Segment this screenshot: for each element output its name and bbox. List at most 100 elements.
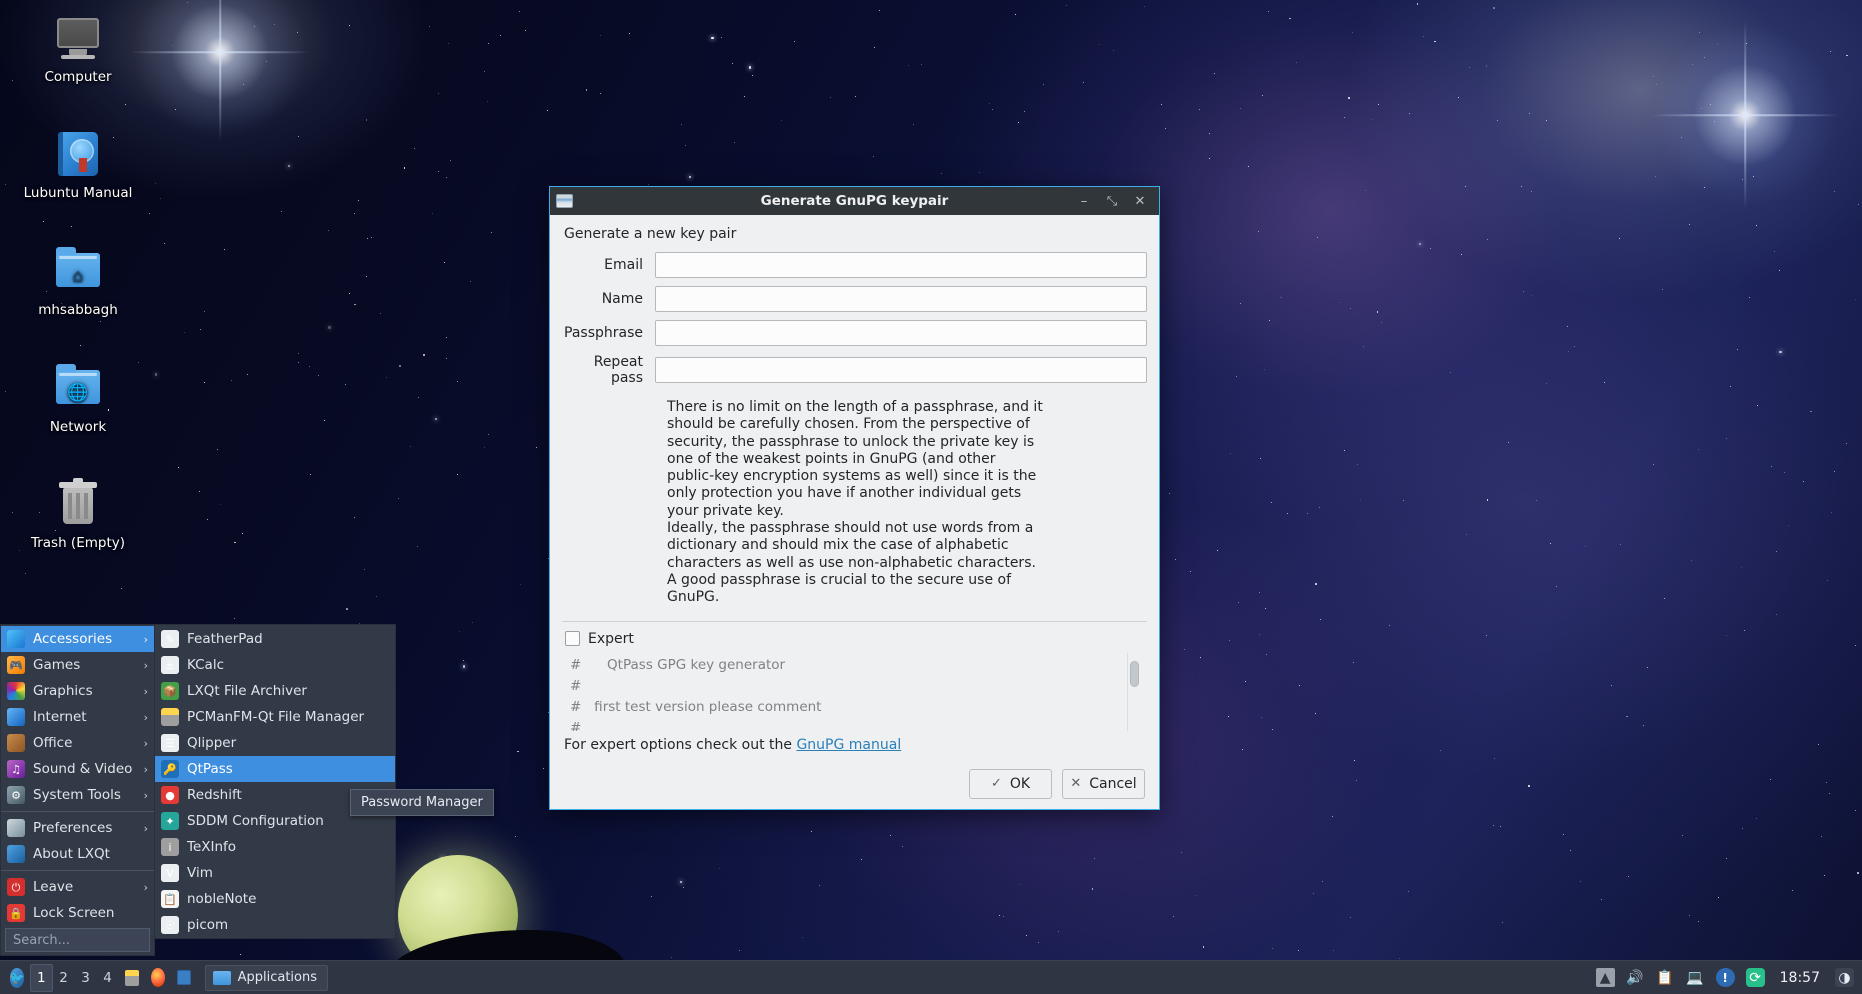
- dialog-title: Generate GnuPG keypair: [760, 193, 949, 209]
- cancel-button[interactable]: ✕ Cancel: [1062, 768, 1145, 799]
- expert-checkbox[interactable]: [565, 631, 580, 647]
- menu-category-internet[interactable]: Internet ›: [1, 704, 154, 730]
- chevron-right-icon: ›: [143, 658, 148, 672]
- tooltip-text: Password Manager: [361, 795, 483, 810]
- system-tray[interactable]: ▲ 🔊 📋 💻 ! ⟳ 18:57 ◑: [1595, 968, 1862, 987]
- menu-search-input[interactable]: Search...: [5, 928, 150, 952]
- email-label: Email: [604, 257, 643, 273]
- menu-app-vim[interactable]: V Vim: [155, 860, 395, 886]
- expert-options-note-text: For expert options check out the: [564, 736, 797, 753]
- main-menu-button[interactable]: 🐦: [4, 964, 30, 992]
- taskbar-left: 🐦 1 2 3 4 Applications: [0, 963, 329, 992]
- menu-category-accessories[interactable]: Accessories ›: [1, 626, 154, 652]
- menu-app-qlipper[interactable]: ☰ Qlipper: [155, 730, 395, 756]
- dialog-titlebar[interactable]: Generate GnuPG keypair – ⤡ ✕: [550, 187, 1159, 215]
- sync-icon[interactable]: ⟳: [1745, 968, 1765, 987]
- generate-gnupg-keypair-dialog[interactable]: Generate GnuPG keypair – ⤡ ✕ Generate a …: [549, 186, 1160, 810]
- email-field[interactable]: [655, 252, 1147, 278]
- eject-icon[interactable]: ▲: [1595, 968, 1615, 987]
- application-menu[interactable]: Accessories › 🎮 Games › Graphics › Inter…: [0, 624, 396, 961]
- minimize-button[interactable]: –: [1077, 194, 1091, 209]
- desktop-icon-network[interactable]: 🌐 Network: [14, 362, 142, 435]
- menu-app-texinfo[interactable]: i TeXInfo: [155, 834, 395, 860]
- menu-app-picom[interactable]: ☉ picom: [155, 912, 395, 938]
- menu-category-label: Leave: [33, 879, 74, 895]
- ok-button[interactable]: ✓ OK: [969, 768, 1052, 799]
- network-icon[interactable]: 💻: [1686, 968, 1705, 987]
- expert-label: Expert: [588, 630, 634, 647]
- maximize-button[interactable]: ⤡: [1105, 194, 1119, 209]
- menu-app-label: TeXInfo: [187, 839, 237, 855]
- desktop-icon-trash[interactable]: Trash (Empty): [14, 478, 142, 551]
- brightness-icon[interactable]: ◑: [1835, 968, 1854, 987]
- chevron-right-icon: ›: [143, 710, 148, 724]
- file-manager-launcher[interactable]: [119, 964, 145, 992]
- menu-app-featherpad[interactable]: ✎ FeatherPad: [155, 626, 395, 652]
- window-buttons[interactable]: – ⤡ ✕: [1077, 194, 1153, 209]
- desktop-icon-lubuntu-manual[interactable]: Lubuntu Manual: [14, 128, 142, 201]
- script-scrollbar-thumb[interactable]: [1130, 660, 1139, 687]
- desktop-icon-label: Network: [49, 419, 107, 435]
- expert-checkbox-row[interactable]: Expert: [562, 622, 1147, 651]
- menu-category-games[interactable]: 🎮 Games ›: [1, 652, 154, 678]
- star-glow-left: [130, 0, 310, 142]
- close-button[interactable]: ✕: [1133, 194, 1147, 209]
- update-alert-icon[interactable]: !: [1715, 968, 1735, 987]
- volume-icon[interactable]: 🔊: [1626, 968, 1645, 987]
- menu-app-label: Qlipper: [187, 735, 237, 751]
- menu-app-pcmanfm-qt[interactable]: PCManFM-Qt File Manager: [155, 704, 395, 730]
- name-field[interactable]: [655, 286, 1147, 312]
- menu-item-lock-screen[interactable]: 🔒 Lock Screen: [1, 900, 154, 926]
- menu-item-about-lxqt[interactable]: About LXQt: [1, 841, 154, 867]
- home-folder-icon: ⌂: [52, 245, 104, 297]
- menu-category-office[interactable]: Office ›: [1, 730, 154, 756]
- repeat-pass-field[interactable]: [655, 357, 1147, 383]
- menu-category-list[interactable]: Accessories › 🎮 Games › Graphics › Inter…: [0, 624, 155, 956]
- clipboard-icon[interactable]: 📋: [1656, 968, 1675, 987]
- terminal-launcher[interactable]: [171, 964, 197, 992]
- desktop-icon-label: Computer: [44, 69, 112, 85]
- system-tools-icon: ⚙: [7, 786, 25, 804]
- taskbar[interactable]: 🐦 1 2 3 4 Applications ▲ 🔊 📋 💻 ! ⟳ 18:57…: [0, 960, 1862, 994]
- desktop[interactable]: Computer Lubuntu Manual ⌂ mhsabbagh 🌐 Ne…: [0, 0, 1862, 994]
- desktop-switch-1[interactable]: 1: [30, 963, 53, 992]
- menu-search-placeholder: Search...: [13, 932, 71, 948]
- desktop-switch-3[interactable]: 3: [75, 964, 97, 992]
- games-icon: 🎮: [7, 656, 25, 674]
- menu-app-qtpass[interactable]: 🔑 QtPass: [155, 756, 395, 782]
- desktop-switch-4[interactable]: 4: [97, 964, 119, 992]
- desktop-icon-computer[interactable]: Computer: [14, 12, 142, 85]
- menu-app-kcalc[interactable]: ± KCalc: [155, 652, 395, 678]
- pcmanfm-icon: [161, 708, 179, 726]
- menu-app-label: Redshift: [187, 787, 242, 803]
- firefox-icon: [150, 968, 165, 987]
- menu-category-leave[interactable]: ⏻ Leave ›: [1, 874, 154, 900]
- menu-app-lxqt-file-archiver[interactable]: 📦 LXQt File Archiver: [155, 678, 395, 704]
- menu-app-label: nobleNote: [187, 891, 257, 907]
- menu-category-sound-video[interactable]: ♫ Sound & Video ›: [1, 756, 154, 782]
- taskbar-window-button[interactable]: Applications: [204, 964, 329, 991]
- passphrase-field[interactable]: [655, 320, 1147, 346]
- dialog-body: Generate a new key pair Email Name Passp…: [550, 215, 1159, 813]
- desktop-switch-2[interactable]: 2: [53, 964, 75, 992]
- gpg-script-textarea[interactable]: # QtPass GPG key generator # # first tes…: [562, 652, 1147, 731]
- graphics-icon: [7, 682, 25, 700]
- clock[interactable]: 18:57: [1776, 970, 1824, 986]
- menu-app-label: picom: [187, 917, 229, 933]
- menu-category-graphics[interactable]: Graphics ›: [1, 678, 154, 704]
- gnupg-manual-link[interactable]: GnuPG manual: [796, 737, 901, 753]
- script-scrollbar[interactable]: [1127, 652, 1140, 731]
- menu-category-system-tools[interactable]: ⚙ System Tools ›: [1, 782, 154, 808]
- firefox-launcher[interactable]: [145, 964, 171, 992]
- menu-category-label: Internet: [33, 709, 87, 725]
- internet-icon: [7, 708, 25, 726]
- menu-category-preferences[interactable]: Preferences ›: [1, 815, 154, 841]
- desktop-icon-home-folder[interactable]: ⌂ mhsabbagh: [14, 245, 142, 318]
- menu-app-label: KCalc: [187, 657, 224, 673]
- menu-app-noblenote[interactable]: 📋 nobleNote: [155, 886, 395, 912]
- menu-app-label: LXQt File Archiver: [187, 683, 307, 699]
- check-icon: ✓: [990, 776, 1002, 792]
- close-x-icon: ✕: [1070, 776, 1082, 792]
- about-lxqt-icon: [7, 845, 25, 863]
- menu-application-list[interactable]: ✎ FeatherPad ± KCalc 📦 LXQt File Archive…: [155, 624, 396, 939]
